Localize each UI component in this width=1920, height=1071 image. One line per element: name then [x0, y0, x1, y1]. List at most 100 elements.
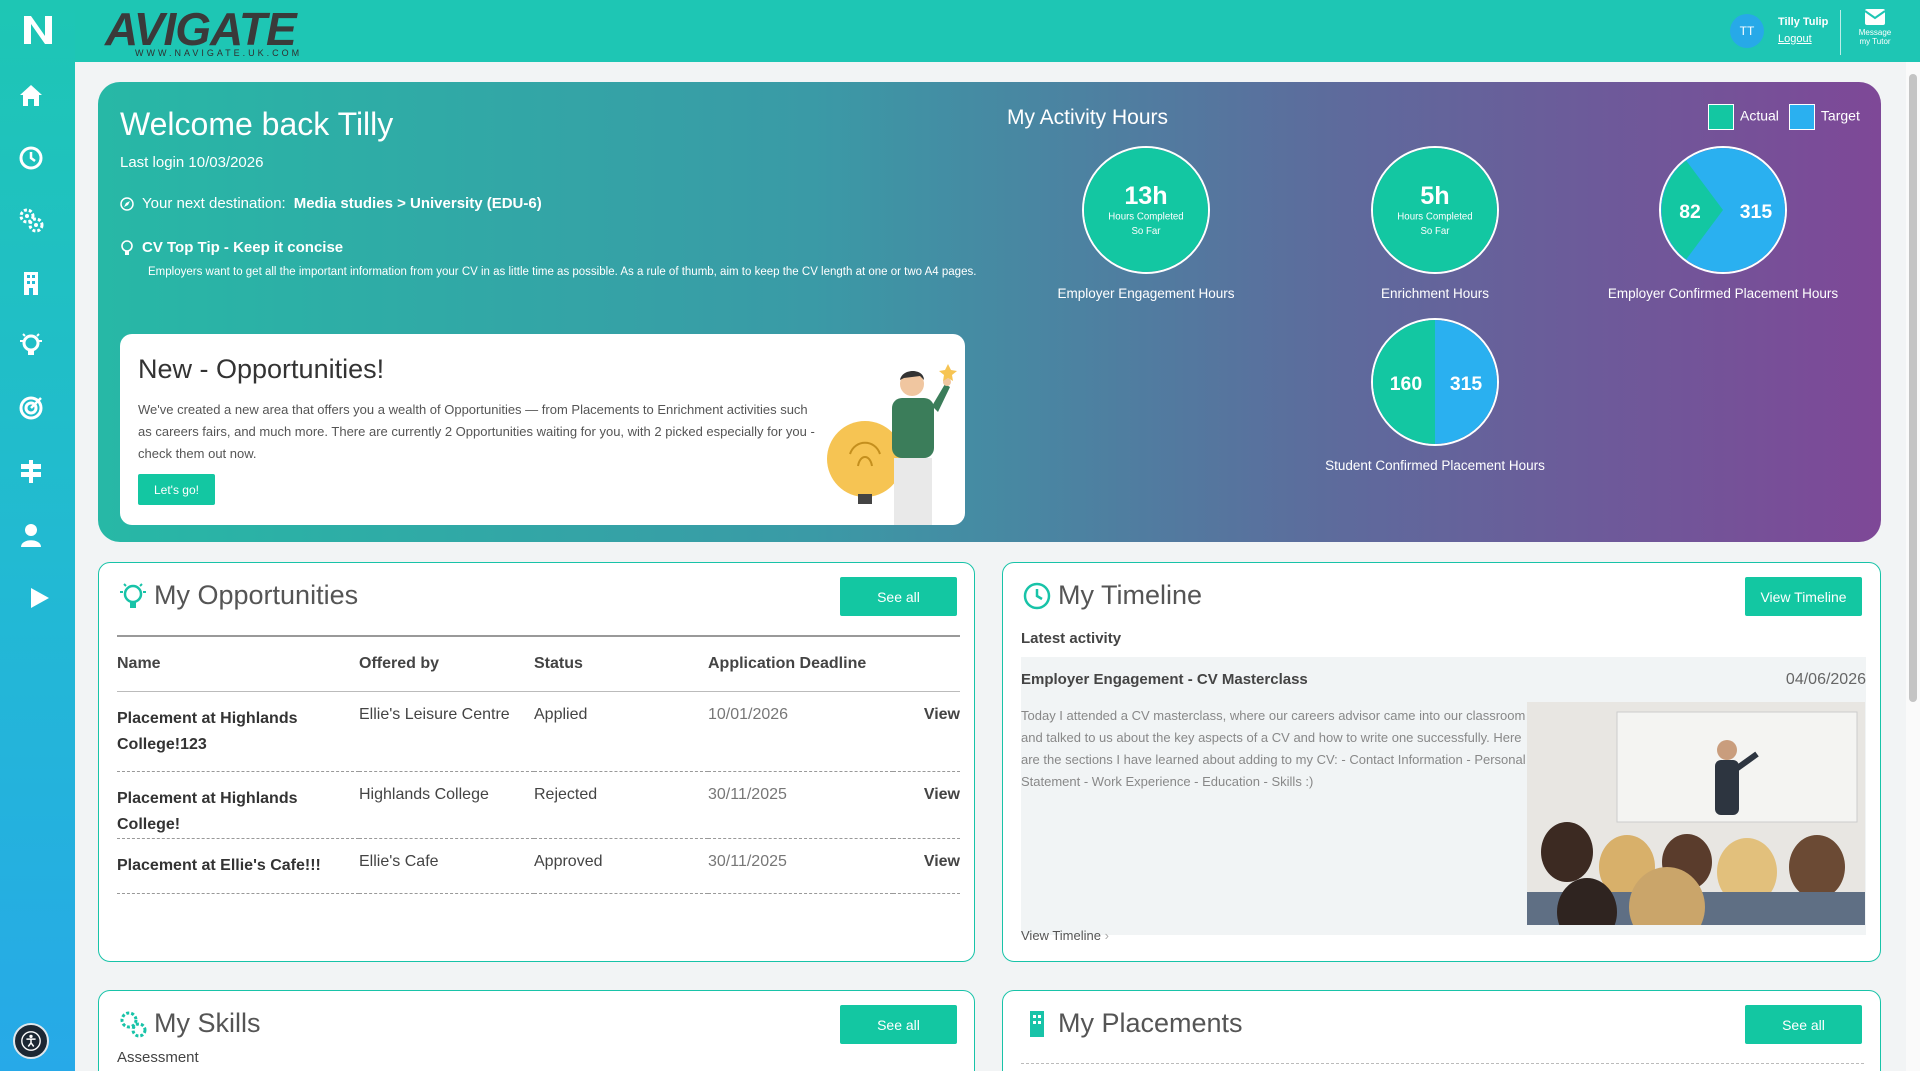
lightbulb-icon — [120, 583, 146, 608]
view-link[interactable]: View — [893, 691, 960, 772]
status: Rejected — [534, 771, 708, 839]
sidebar-item-skills[interactable] — [16, 205, 46, 235]
offered-by: Ellie's Cafe — [359, 838, 534, 894]
accessibility-button[interactable] — [13, 1023, 49, 1059]
next-destination: Your next destination: Media studies > U… — [120, 195, 542, 212]
logout-link[interactable]: Logout — [1778, 31, 1828, 48]
gauge-student-confirmed-placement: 160 315 — [1371, 318, 1499, 446]
gauge-caption: Hours Completed So Far — [1397, 211, 1473, 238]
view-timeline-button[interactable]: View Timeline — [1745, 577, 1862, 616]
clock-icon — [19, 146, 43, 170]
new-opportunities-text: We've created a new area that offers you… — [138, 402, 815, 461]
sidebar-item-opportunities[interactable] — [16, 330, 46, 360]
opportunity-name: Placement at Highlands College!123 — [117, 691, 359, 772]
cv-tip-body: Employers want to get all the important … — [148, 266, 977, 278]
gauge-label: Employer Engagement Hours — [1057, 286, 1235, 301]
view-link[interactable]: View — [893, 838, 960, 894]
user-menu[interactable]: TT Tilly Tulip Logout — [1730, 14, 1828, 48]
sidebar-item-goals[interactable] — [16, 393, 46, 423]
column-header: Application Deadline — [708, 635, 893, 692]
divider — [1021, 1063, 1864, 1064]
activity-legend: Actual Target — [1708, 104, 1860, 130]
entry-body: Today I attended a CV masterclass, where… — [1021, 708, 1526, 789]
gauge-value: 13h — [1124, 182, 1167, 210]
chevron-right-icon: › — [1104, 928, 1109, 943]
message-tutor-label: Message my Tutor — [1858, 28, 1892, 46]
view-link[interactable]: View — [893, 771, 960, 839]
lightbulb-icon — [20, 333, 42, 355]
deadline: 30/11/2025 — [708, 771, 893, 839]
sidebar-item-destinations[interactable] — [16, 456, 46, 486]
destination-prefix: Your next destination: — [142, 195, 286, 212]
gauge-employer-confirmed-placement: 82 315 — [1659, 146, 1787, 274]
gauge-actual-value: 160 — [1390, 373, 1422, 395]
classroom-photo — [1527, 702, 1865, 925]
panel-title: My Skills — [154, 1008, 261, 1038]
entry-date: 04/06/2026 — [1785, 671, 1866, 688]
welcome-hero: Welcome back Tilly Last login 10/03/2026… — [98, 82, 1881, 542]
offered-by: Highlands College — [359, 771, 534, 839]
clock-icon — [1023, 582, 1051, 610]
avatar[interactable]: TT — [1730, 14, 1764, 48]
column-header: Status — [534, 635, 708, 692]
sidebar — [0, 0, 75, 1071]
user-name: Tilly Tulip — [1778, 16, 1829, 28]
opportunity-name: Placement at Ellie's Cafe!!! — [117, 838, 359, 894]
page-scrollbar[interactable] — [1906, 62, 1920, 1071]
sidebar-item-home[interactable] — [16, 80, 46, 110]
timeline-entry: Employer Engagement - CV Masterclass 04/… — [1021, 657, 1866, 935]
see-all-placements-button[interactable]: See all — [1745, 1005, 1862, 1044]
lets-go-button[interactable]: Let's go! — [138, 474, 215, 505]
column-header: Offered by — [359, 635, 534, 692]
gauge-value: 5h — [1420, 182, 1449, 210]
message-tutor-button[interactable]: Message my Tutor — [1855, 8, 1895, 46]
my-opportunities-panel: My Opportunities See all Name Offered by… — [98, 562, 975, 962]
column-header — [893, 635, 960, 692]
accessibility-icon — [21, 1031, 41, 1051]
divider — [1840, 10, 1841, 55]
my-timeline-panel: My Timeline View Timeline Latest activit… — [1002, 562, 1881, 962]
play-icon — [31, 588, 49, 608]
column-header: Name — [117, 635, 359, 692]
destination-value: Media studies > University (EDU-6) — [293, 195, 542, 212]
gauge-actual-value: 82 — [1679, 201, 1701, 223]
latest-activity-label: Latest activity — [1021, 630, 1122, 647]
gauge-label: Employer Confirmed Placement Hours — [1607, 286, 1839, 301]
scrollbar-thumb[interactable] — [1909, 74, 1917, 702]
signpost-icon — [21, 460, 41, 483]
person-icon — [21, 524, 41, 547]
deadline: 10/01/2026 — [708, 691, 893, 772]
sidebar-item-timeline[interactable] — [16, 143, 46, 173]
gears-icon — [120, 1011, 147, 1038]
view-timeline-link[interactable]: View Timeline › — [1021, 928, 1109, 943]
sidebar-item-profile[interactable] — [16, 520, 46, 550]
table-row: Placement at Highlands College! Highland… — [117, 771, 960, 839]
compass-icon — [120, 196, 134, 211]
new-opportunities-title: New - Opportunities! — [138, 354, 385, 384]
sidebar-expand[interactable] — [24, 583, 54, 613]
gears-icon — [19, 208, 44, 233]
home-icon — [20, 85, 42, 106]
building-icon — [1030, 1011, 1044, 1037]
gauge-label: Enrichment Hours — [1380, 286, 1490, 301]
cv-tip-title: CV Top Tip - Keep it concise — [120, 239, 343, 256]
top-bar: AVIGATE WWW.NAVIGATE.UK.COM TT Tilly Tul… — [75, 0, 1920, 62]
see-all-skills-button[interactable]: See all — [840, 1005, 957, 1044]
gauge-caption: Hours Completed So Far — [1108, 211, 1184, 238]
sidebar-item-placements[interactable] — [16, 268, 46, 298]
panel-title: My Timeline — [1058, 580, 1203, 610]
last-login: Last login 10/03/2026 — [120, 154, 264, 171]
panel-title: My Opportunities — [154, 580, 359, 610]
person-lightbulb-illustration — [827, 364, 957, 525]
activity-title: My Activity Hours — [1007, 106, 1169, 129]
navigate-logo-icon[interactable] — [18, 10, 58, 50]
panel-title: My Placements — [1058, 1008, 1243, 1038]
brand-url: WWW.NAVIGATE.UK.COM — [135, 48, 303, 58]
entry-title: Employer Engagement - CV Masterclass — [1021, 671, 1308, 688]
opportunity-name: Placement at Highlands College! — [117, 771, 359, 839]
see-all-opportunities-button[interactable]: See all — [840, 577, 957, 616]
building-icon — [24, 272, 38, 295]
my-placements-panel: My Placements See all — [1002, 990, 1881, 1071]
gauge-label: Student Confirmed Placement Hours — [1325, 458, 1545, 473]
table-row: Placement at Ellie's Cafe!!! Ellie's Caf… — [117, 838, 960, 894]
